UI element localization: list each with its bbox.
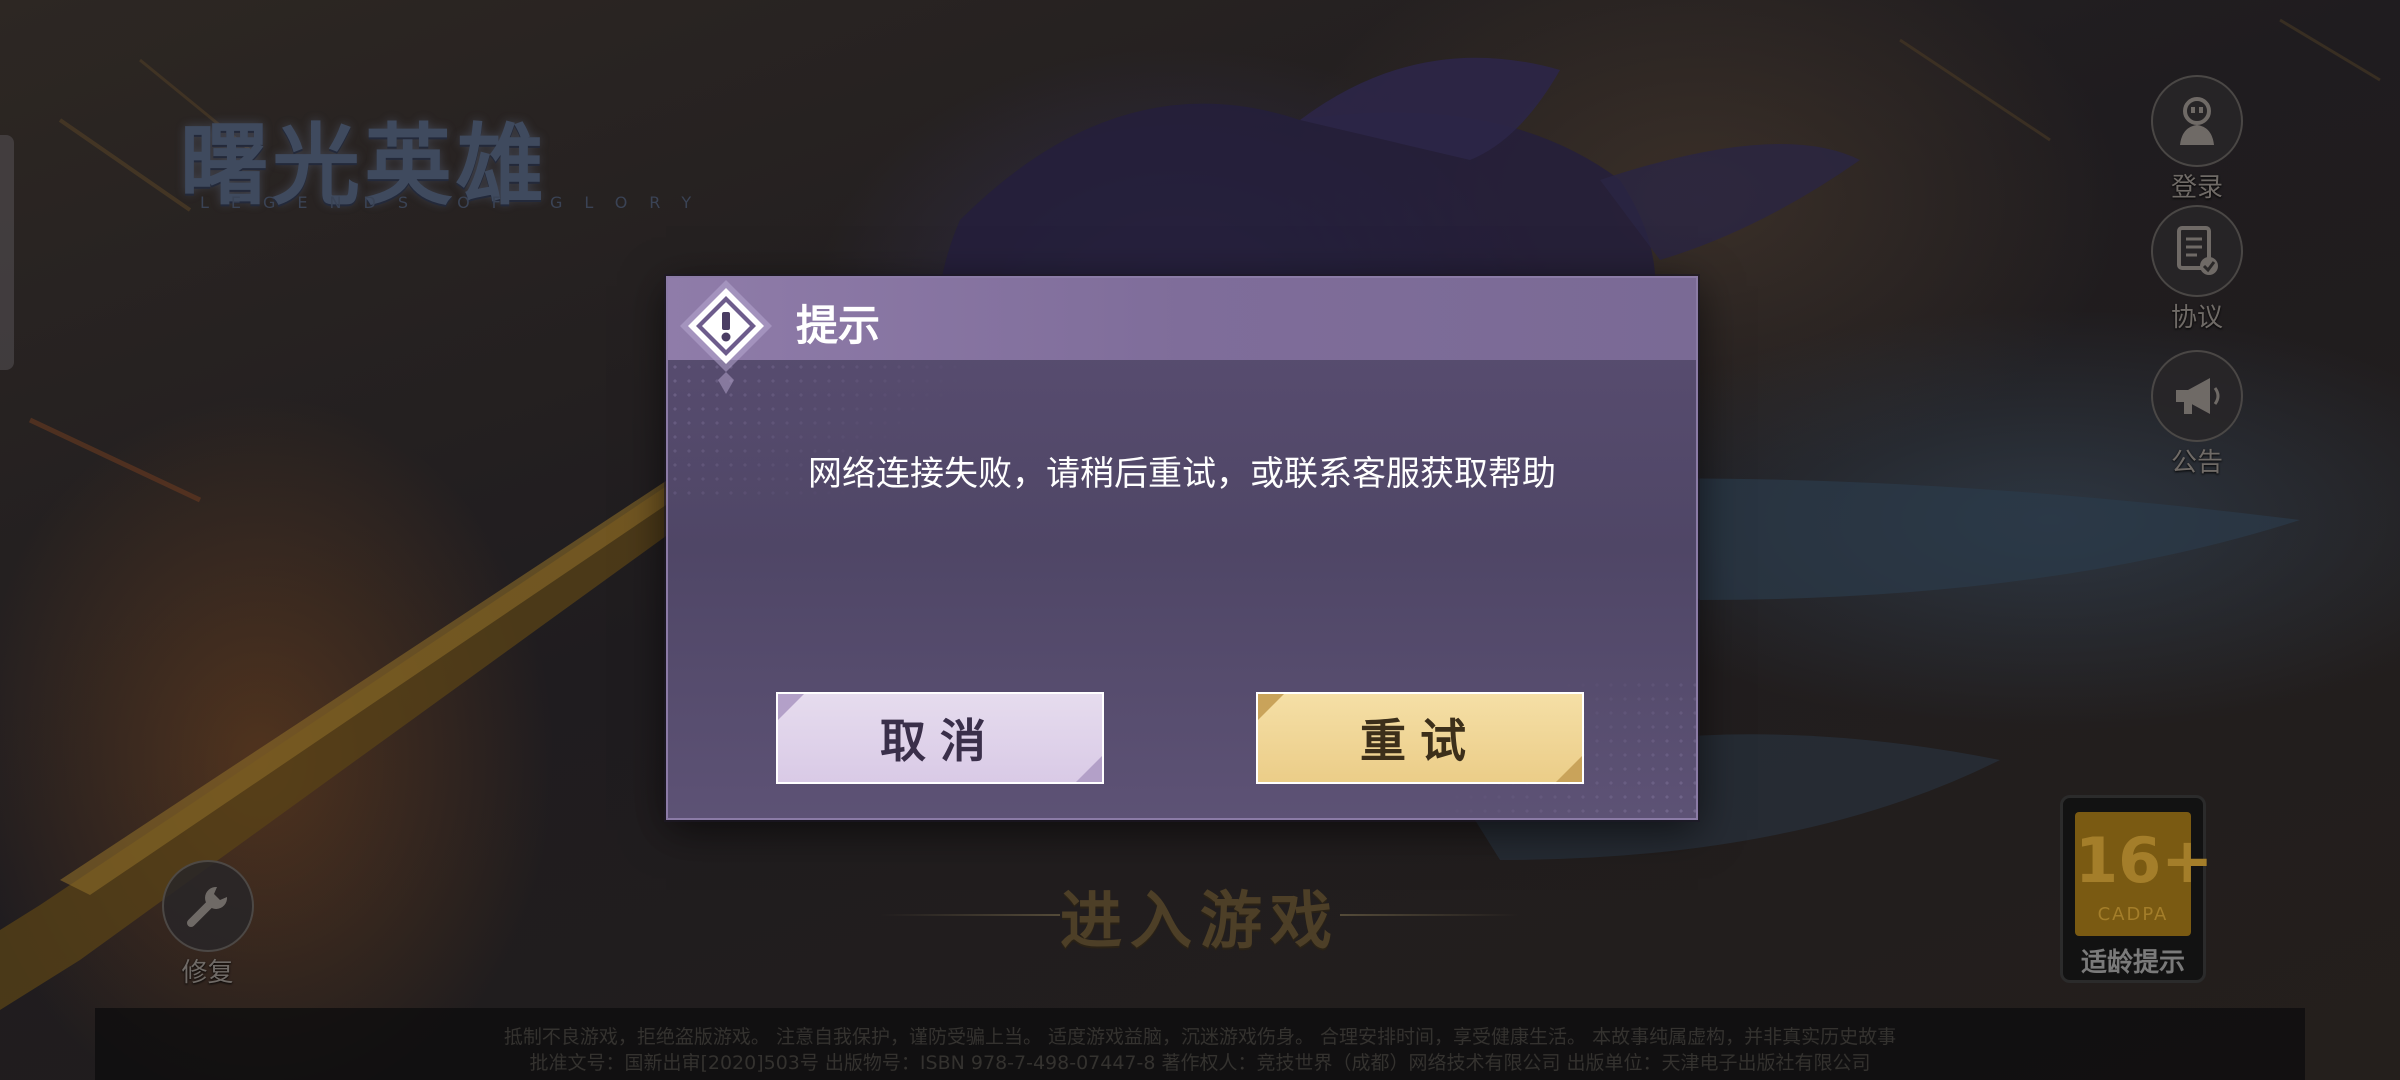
cancel-button-label: 取消: [880, 714, 1000, 768]
enter-game-left-line: [880, 914, 1060, 916]
login-button[interactable]: 登录: [2137, 75, 2257, 205]
login-label: 登录: [2170, 173, 2223, 203]
retry-button-corner-top: [1258, 694, 1284, 720]
announcement-label: 公告: [2170, 448, 2223, 478]
game-login-screen: 曙光英雄 LEGENDS OF GLORY 登录 协议 公告 修复 进入游戏 1…: [0, 0, 2400, 1080]
side-pull-tab[interactable]: [0, 135, 14, 370]
enter-game-right-line: [1340, 914, 1520, 916]
document-check-icon: [2151, 205, 2243, 297]
footer-line-1: 抵制不良游戏，拒绝盗版游戏。 注意自我保护，谨防受骗上当。 适度游戏益脑，沉迷游…: [503, 1026, 1897, 1048]
age-rating-badge[interactable]: 16+ CADPA 适龄提示: [2060, 795, 2214, 983]
cancel-button-corner-top: [778, 694, 804, 720]
enter-game-button[interactable]: 进入游戏: [880, 870, 1520, 960]
age-rating-number: 16+: [2075, 824, 2214, 897]
wrench-icon: [161, 860, 254, 952]
repair-label: 修复: [181, 958, 234, 988]
game-logo: 曙光英雄 LEGENDS OF GLORY: [180, 95, 691, 217]
dialog-title: 提示: [796, 301, 881, 350]
agreement-label: 协议: [2170, 303, 2223, 333]
enter-game-label: 进入游戏: [1059, 884, 1340, 957]
logo-subtitle: LEGENDS OF GLORY: [200, 193, 714, 212]
character-icon: [2151, 75, 2243, 167]
repair-button[interactable]: 修复: [150, 860, 265, 990]
network-error-dialog: 提示 网络连接失败，请稍后重试，或联系客服获取帮助 取消 重试: [666, 276, 1698, 820]
age-rating-label: 适龄提示: [2080, 948, 2185, 978]
cancel-button-corner-bottom: [1076, 756, 1102, 782]
retry-button-corner-bottom: [1556, 756, 1582, 782]
announcement-button[interactable]: 公告: [2137, 350, 2257, 480]
retry-button-label: 重试: [1360, 714, 1480, 768]
megaphone-icon: [2151, 350, 2243, 442]
age-rating-panel: 16+ CADPA: [2075, 812, 2214, 936]
dialog-message: 网络连接失败，请稍后重试，或联系客服获取帮助: [808, 454, 1556, 494]
retry-button[interactable]: 重试: [1256, 692, 1584, 784]
warning-icon: [676, 278, 776, 398]
cancel-button[interactable]: 取消: [776, 692, 1104, 784]
footer-notice: 抵制不良游戏，拒绝盗版游戏。 注意自我保护，谨防受骗上当。 适度游戏益脑，沉迷游…: [95, 1008, 2305, 1080]
agreement-button[interactable]: 协议: [2137, 205, 2257, 335]
age-rating-org: CADPA: [2097, 904, 2169, 925]
footer-line-2: 批准文号：国新出审[2020]503号 出版物号：ISBN 978-7-498-…: [529, 1052, 1871, 1074]
